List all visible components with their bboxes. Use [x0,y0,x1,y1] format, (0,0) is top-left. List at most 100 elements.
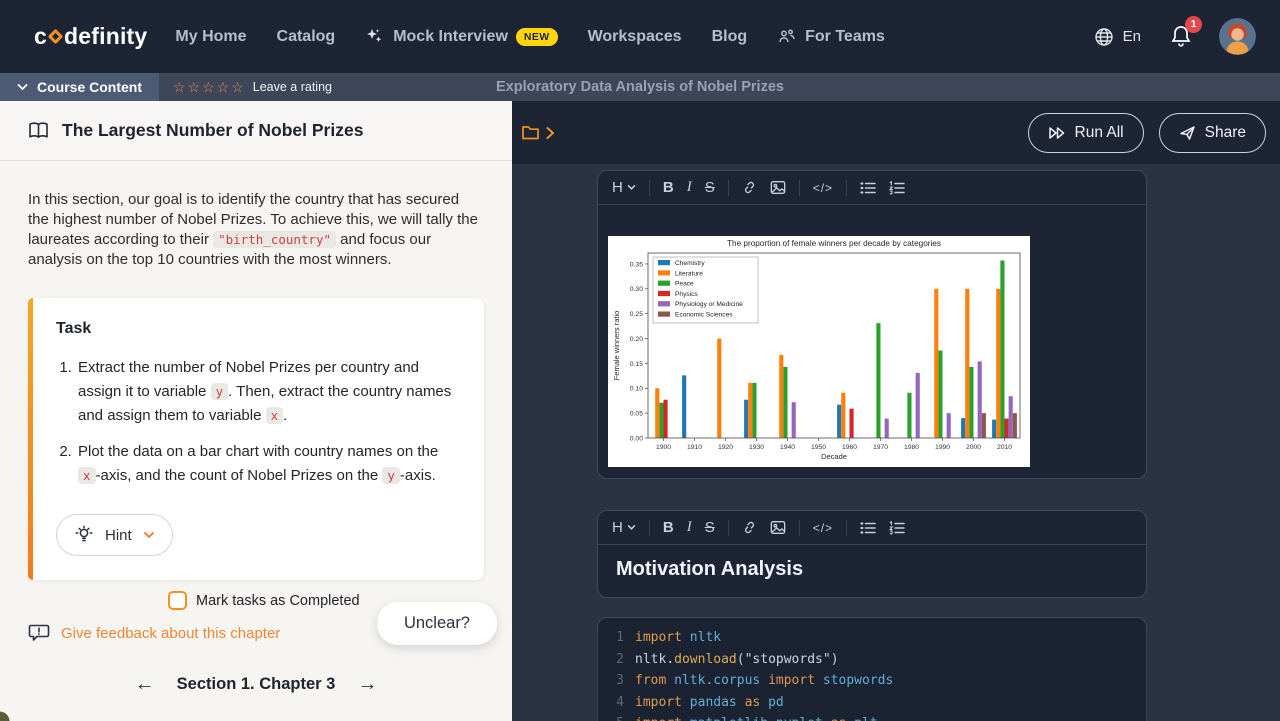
feedback-link[interactable]: Give feedback about this chapter [61,625,280,642]
svg-text:0.20: 0.20 [630,336,643,343]
bullet-list-icon [860,181,876,195]
svg-text:1960: 1960 [842,444,857,451]
inline-code: x [78,467,96,484]
line-number: 2 [606,649,624,671]
svg-text:0.30: 0.30 [630,286,643,293]
mark-completed-checkbox[interactable] [168,591,187,610]
svg-text:1900: 1900 [656,444,671,451]
svg-text:1920: 1920 [718,444,733,451]
task-accent-bar [28,298,33,580]
nav-workspaces[interactable]: Workspaces [588,28,682,46]
svg-text:2010: 2010 [997,444,1012,451]
task-card: Task Extract the number of Nobel Prizes … [28,298,484,580]
task-item: Extract the number of Nobel Prizes per c… [76,356,460,428]
bullet-list-button[interactable] [860,521,876,535]
image-button[interactable] [770,520,786,535]
notifications-button[interactable]: 1 [1169,24,1193,50]
leave-rating-label[interactable]: Leave a rating [253,80,332,94]
nav-catalog[interactable]: Catalog [277,28,336,46]
rating-stars[interactable]: ☆☆☆☆☆ [173,79,246,96]
code-line[interactable]: 5import matplotlib.pyplot as plt [598,713,1146,721]
nav-mock-interview[interactable]: Mock Interview NEW [365,27,557,47]
text-segment: -axis, and the count of Nobel Prizes on … [96,467,383,484]
text-segment: -axis. [400,467,436,484]
inline-code: x [266,407,284,424]
strikethrough-button[interactable]: S [705,519,715,536]
svg-text:1930: 1930 [749,444,764,451]
heading-dropdown[interactable]: H [612,179,636,196]
markdown-editor[interactable]: Motivation Analysis [598,545,1146,597]
svg-text:0.05: 0.05 [630,411,643,418]
svg-text:Physics: Physics [675,291,698,298]
expand-chevron-icon[interactable] [545,126,555,140]
folder-icon[interactable] [521,124,540,141]
link-icon [742,180,757,195]
inline-code: y [382,467,400,484]
feedback-bubble-icon [28,623,50,643]
code-line[interactable]: 2nltk.download("stopwords") [598,649,1146,671]
mark-completed-row: Mark tasks as Completed [168,591,360,610]
workspace-panel: Run All Share H B I [512,101,1280,721]
codefinity-logo[interactable]: c definity [34,23,147,50]
notebook-area: H B I S [512,164,1280,721]
logo-diamond-icon [48,29,64,45]
svg-text:0.15: 0.15 [630,361,643,368]
nav-my-home[interactable]: My Home [175,28,246,46]
code-line[interactable]: 3from nltk.corpus import stopwords [598,670,1146,692]
svg-text:Chemistry: Chemistry [675,260,705,267]
nav-blog[interactable]: Blog [712,28,748,46]
svg-text:0.00: 0.00 [630,435,643,442]
svg-text:2000: 2000 [966,444,981,451]
link-button[interactable] [742,520,757,535]
inline-code: "birth_country" [213,231,336,248]
people-icon [777,27,797,47]
task-list: Extract the number of Nobel Prizes per c… [76,356,460,488]
bold-button[interactable]: B [663,519,674,536]
text-segment: . [283,407,287,424]
code-button[interactable]: </> [813,521,833,535]
link-button[interactable] [742,180,757,195]
course-subheader: Course Content ☆☆☆☆☆ Leave a rating Expl… [0,73,1280,101]
numbered-list-button[interactable] [889,181,905,195]
italic-button[interactable]: I [687,179,692,196]
heading-dropdown[interactable]: H [612,519,636,536]
italic-button[interactable]: I [687,519,692,536]
svg-text:1910: 1910 [687,444,702,451]
strikethrough-button[interactable]: S [705,179,715,196]
next-chapter-arrow[interactable]: → [357,674,377,694]
logo-text-right: definity [64,23,147,50]
notification-count-badge: 1 [1185,16,1202,33]
code-button[interactable]: </> [813,181,833,195]
share-button[interactable]: Share [1159,113,1266,153]
chevron-down-icon [627,184,636,191]
book-icon [28,122,49,139]
language-selector[interactable]: En [1093,26,1141,48]
nav-for-teams[interactable]: For Teams [777,27,885,47]
editor-toolbar: H B I S [598,171,1146,205]
bold-button[interactable]: B [663,179,674,196]
bullet-list-button[interactable] [860,181,876,195]
lesson-header: The Largest Number of Nobel Prizes [0,101,512,161]
image-button[interactable] [770,180,786,195]
notebook-cell-code[interactable]: 1import nltk2nltk.download("stopwords")3… [597,617,1147,721]
corner-decoration [0,711,11,721]
feedback-link-row[interactable]: Give feedback about this chapter [28,623,280,643]
course-content-toggle[interactable]: Course Content [0,73,159,101]
numbered-list-button[interactable] [889,521,905,535]
text-segment: Plot the data on a bar chart with countr… [78,443,438,460]
code-line[interactable]: 4import pandas as pd [598,692,1146,714]
image-icon [770,520,786,535]
share-icon [1179,125,1196,141]
hint-button[interactable]: Hint [56,514,173,556]
bullet-list-icon [860,521,876,535]
svg-text:0.25: 0.25 [630,311,643,318]
code-line[interactable]: 1import nltk [598,627,1146,649]
mark-completed-label: Mark tasks as Completed [196,593,360,609]
image-icon [770,180,786,195]
numbered-list-icon [889,181,905,195]
run-all-button[interactable]: Run All [1028,113,1144,153]
share-label: Share [1205,124,1246,142]
avatar[interactable] [1219,18,1256,55]
unclear-button[interactable]: Unclear? [377,602,497,645]
prev-chapter-arrow[interactable]: ← [135,674,155,694]
